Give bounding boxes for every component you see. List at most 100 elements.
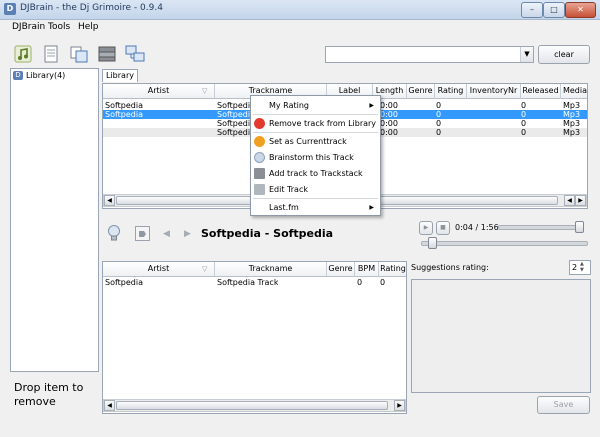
play-button[interactable]: ▶ bbox=[419, 221, 433, 235]
column-header[interactable]: InventoryNr bbox=[467, 84, 521, 99]
column-header[interactable]: Rating bbox=[379, 262, 406, 277]
progress-slider[interactable] bbox=[421, 241, 588, 246]
set-current-icon bbox=[254, 136, 265, 147]
music-note-icon[interactable] bbox=[13, 44, 33, 64]
lightbulb-icon[interactable] bbox=[106, 224, 122, 242]
minimize-button[interactable]: – bbox=[521, 2, 543, 18]
menu-item-set-current[interactable]: Set as Currenttrack bbox=[251, 134, 380, 149]
tag-icon[interactable] bbox=[135, 226, 150, 241]
tab-library[interactable]: Library bbox=[102, 69, 138, 82]
menu-item-remove-track[interactable]: Remove track from Library bbox=[251, 116, 380, 131]
suggestions-rating-label: Suggestions rating: bbox=[411, 263, 489, 272]
scroll-right-icon[interactable]: ▶ bbox=[575, 195, 586, 206]
scroll-left-icon[interactable]: ◀ bbox=[564, 195, 575, 206]
save-button[interactable]: Save bbox=[537, 396, 590, 414]
drop-zone-label: Drop item to remove bbox=[14, 381, 84, 408]
menu-item-brainstorm[interactable]: Brainstorm this Track bbox=[251, 150, 380, 165]
volume-slider-thumb[interactable] bbox=[575, 221, 584, 233]
scrollbar-thumb[interactable] bbox=[116, 401, 388, 410]
menu-item-label: Last.fm bbox=[269, 203, 299, 212]
menu-item-lastfm[interactable]: Last.fm ▶ bbox=[251, 200, 380, 215]
window-title: DJBrain - the Dj Grimoire - 0.9.4 bbox=[20, 3, 163, 13]
forward-arrow-icon[interactable]: ▶ bbox=[184, 229, 191, 239]
column-header[interactable]: Released bbox=[521, 84, 561, 99]
cell-media: Mp3 bbox=[563, 110, 581, 119]
menu-item-label: Set as Currenttrack bbox=[269, 137, 347, 146]
menu-item-label: Remove track from Library bbox=[269, 119, 377, 128]
cell-artist: Softpedia bbox=[105, 278, 143, 287]
cell-rating: 0 bbox=[380, 278, 386, 287]
copy-icon[interactable] bbox=[69, 44, 89, 64]
back-arrow-icon[interactable]: ◀ bbox=[163, 229, 170, 239]
scroll-left-icon[interactable]: ◀ bbox=[104, 195, 115, 206]
cell-released: 0 bbox=[521, 119, 527, 128]
column-header[interactable]: BPM bbox=[355, 262, 379, 277]
suggestions-table: Artist ▽ Trackname Genre BPM Rating Soft… bbox=[102, 261, 407, 414]
progress-slider-thumb[interactable] bbox=[428, 237, 437, 249]
library-tree-item[interactable]: Library(4) bbox=[26, 71, 65, 80]
menu-tools[interactable]: Tools bbox=[48, 22, 70, 32]
scroll-left-icon[interactable]: ◀ bbox=[104, 400, 115, 411]
app-icon: D bbox=[4, 3, 16, 15]
menu-item-label: Brainstorm this Track bbox=[269, 153, 354, 162]
menu-separator bbox=[253, 198, 378, 199]
cell-released: 0 bbox=[521, 128, 527, 137]
menu-djbrain[interactable]: DJBrain bbox=[12, 22, 45, 32]
context-menu: My Rating ▶ Remove track from Library Se… bbox=[250, 95, 381, 216]
submenu-arrow-icon: ▶ bbox=[369, 102, 374, 109]
menu-item-add-trackstack[interactable]: Add track to Trackstack bbox=[251, 166, 380, 181]
scroll-right-icon[interactable]: ▶ bbox=[394, 400, 405, 411]
submenu-arrow-icon: ▶ bbox=[369, 204, 374, 211]
menu-separator bbox=[253, 114, 378, 115]
menu-separator bbox=[253, 132, 378, 133]
spinbox-value: 2 bbox=[572, 263, 578, 272]
lightbulb-icon bbox=[254, 152, 265, 163]
document-icon[interactable] bbox=[41, 44, 61, 64]
cell-length: 0:00 bbox=[380, 110, 398, 119]
column-header[interactable]: Artist bbox=[103, 84, 215, 99]
cell-length: 0:00 bbox=[380, 119, 398, 128]
menu-item-my-rating[interactable]: My Rating ▶ bbox=[251, 98, 380, 113]
cell-rating: 0 bbox=[436, 128, 442, 137]
clear-button[interactable]: clear bbox=[538, 45, 590, 64]
database-icon[interactable] bbox=[97, 44, 117, 64]
sort-icon: ▽ bbox=[202, 265, 208, 273]
column-header[interactable]: Trackname bbox=[215, 262, 327, 277]
stop-button[interactable]: ■ bbox=[436, 221, 450, 235]
search-combobox[interactable]: ▼ bbox=[325, 46, 534, 63]
menu-item-edit-track[interactable]: Edit Track bbox=[251, 182, 380, 197]
title-bar: D DJBrain - the Dj Grimoire - 0.9.4 – □ … bbox=[0, 0, 600, 20]
maximize-button[interactable]: □ bbox=[543, 2, 565, 18]
cell-artist: Softpedia bbox=[105, 110, 143, 119]
column-header[interactable]: Artist bbox=[103, 262, 215, 277]
spin-arrows-icon[interactable]: ▲ ▼ bbox=[580, 261, 584, 273]
close-button[interactable]: ✕ bbox=[565, 2, 596, 18]
cell-rating: 0 bbox=[436, 119, 442, 128]
cell-length: 0:00 bbox=[380, 128, 398, 137]
menu-help[interactable]: Help bbox=[78, 22, 99, 32]
column-header[interactable]: Media bbox=[561, 84, 587, 99]
horizontal-scrollbar[interactable]: ◀ ▶ bbox=[103, 399, 406, 412]
menu-item-label: Add track to Trackstack bbox=[269, 169, 363, 178]
chevron-down-icon[interactable]: ▼ bbox=[520, 47, 533, 62]
cell-released: 0 bbox=[521, 101, 527, 110]
cell-media: Mp3 bbox=[563, 119, 581, 128]
current-track-title: Softpedia - Softpedia bbox=[201, 227, 334, 240]
column-header[interactable]: Genre bbox=[327, 262, 355, 277]
cell-media: Mp3 bbox=[563, 101, 581, 110]
cell-media: Mp3 bbox=[563, 128, 581, 137]
cell-length: 0:00 bbox=[380, 101, 398, 110]
cell-bpm: 0 bbox=[357, 278, 363, 287]
cell-rating: 0 bbox=[436, 101, 442, 110]
sort-icon: ▽ bbox=[202, 87, 208, 95]
suggestions-rating-spinbox[interactable]: 2 ▲ ▼ bbox=[569, 260, 591, 275]
network-icon[interactable] bbox=[125, 44, 145, 64]
table-row[interactable]: Softpedia Softpedia Track 0 0 bbox=[103, 278, 404, 287]
cell-rating: 0 bbox=[436, 110, 442, 119]
column-header[interactable]: Rating bbox=[435, 84, 467, 99]
column-header[interactable]: Genre bbox=[407, 84, 435, 99]
volume-slider[interactable] bbox=[498, 225, 582, 230]
remove-icon bbox=[254, 118, 265, 129]
cell-artist: Softpedia bbox=[105, 101, 143, 110]
suggestions-rating-box bbox=[411, 279, 591, 393]
